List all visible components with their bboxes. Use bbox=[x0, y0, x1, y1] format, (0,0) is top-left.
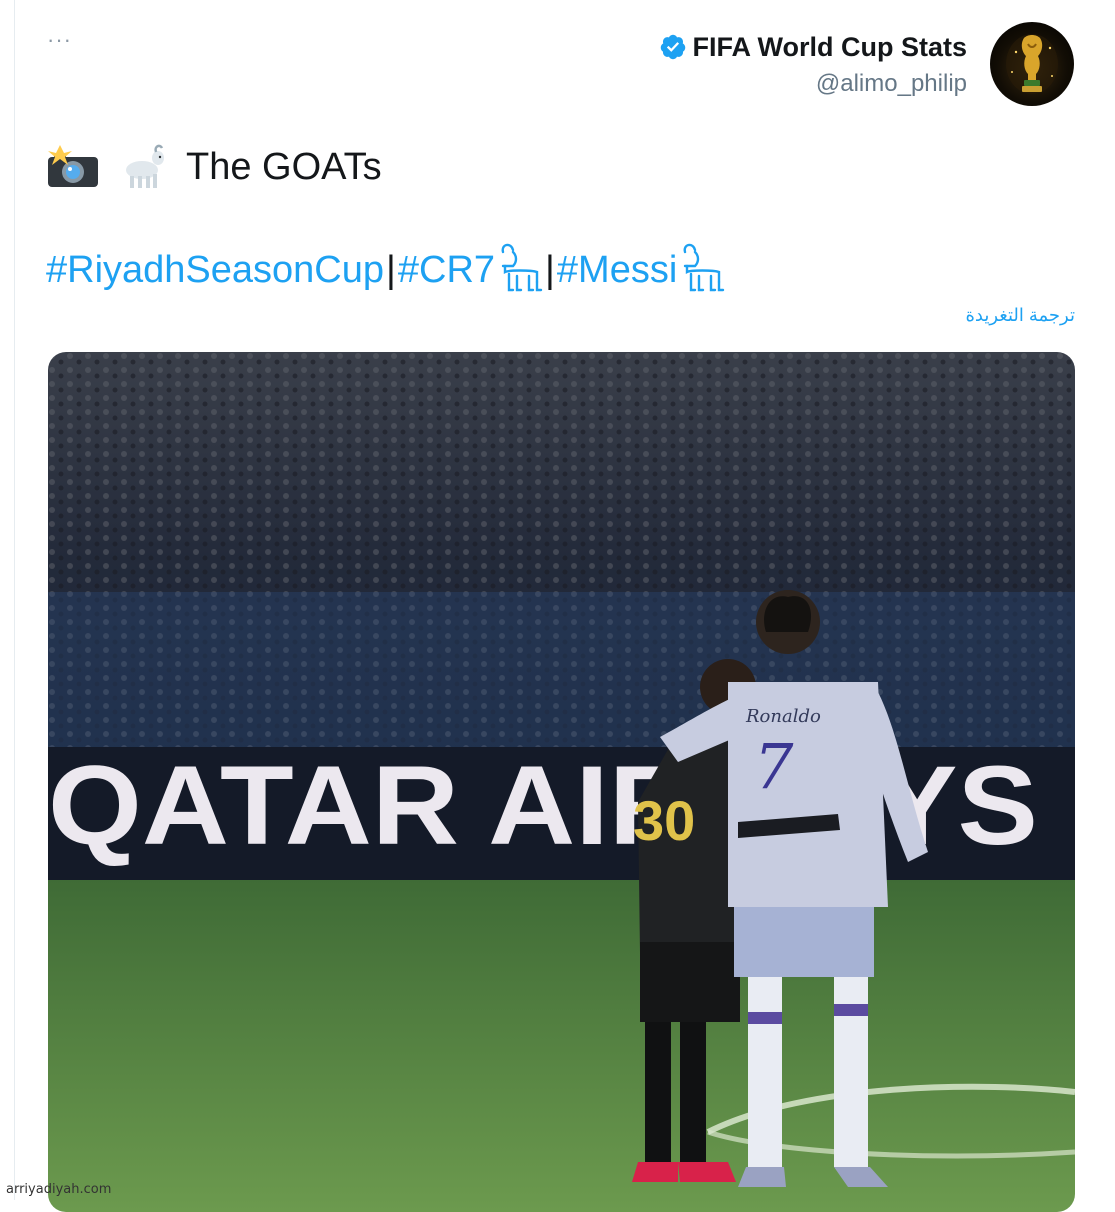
camera-flash-icon bbox=[48, 145, 98, 187]
hashtag-separator: | bbox=[386, 248, 396, 291]
author-handle[interactable]: @alimo_philip bbox=[816, 70, 967, 98]
tweet-text-line: The GOATs bbox=[46, 140, 382, 194]
hashtag-line: #RiyadhSeasonCup | #CR7 | #Messi bbox=[46, 238, 725, 302]
verified-badge-icon bbox=[660, 34, 685, 60]
goat-outline-icon bbox=[501, 243, 543, 292]
site-watermark: arriyadiyah.com bbox=[6, 1182, 112, 1197]
translate-tweet-link[interactable]: ترجمة التغريدة bbox=[965, 305, 1075, 326]
world-cup-trophy-icon bbox=[1006, 34, 1058, 94]
hashtag-riyadh-season-cup[interactable]: #RiyadhSeasonCup bbox=[46, 249, 384, 292]
hashtag-separator: | bbox=[545, 248, 555, 291]
stadium-photo: QATAR AIRWAYS 30 Ronaldo 7 bbox=[48, 352, 1075, 1212]
goat-icon bbox=[126, 144, 164, 188]
more-options-button[interactable]: ··· bbox=[47, 29, 72, 51]
tweet-text: The GOATs bbox=[186, 145, 382, 188]
author-name-row[interactable]: FIFA World Cup Stats bbox=[659, 30, 968, 64]
author-display-name: FIFA World Cup Stats bbox=[692, 31, 968, 62]
right-player-number: 7 bbox=[754, 730, 794, 803]
goat-outline-icon bbox=[683, 243, 725, 292]
tweet-photo[interactable]: QATAR AIRWAYS 30 Ronaldo 7 bbox=[48, 352, 1075, 1212]
right-player-name: Ronaldo bbox=[745, 706, 821, 727]
hashtag-cr7[interactable]: #CR7 bbox=[398, 249, 495, 292]
hashtag-messi[interactable]: #Messi bbox=[557, 249, 677, 292]
author-avatar[interactable] bbox=[990, 22, 1074, 106]
left-player-number: 30 bbox=[633, 789, 695, 852]
